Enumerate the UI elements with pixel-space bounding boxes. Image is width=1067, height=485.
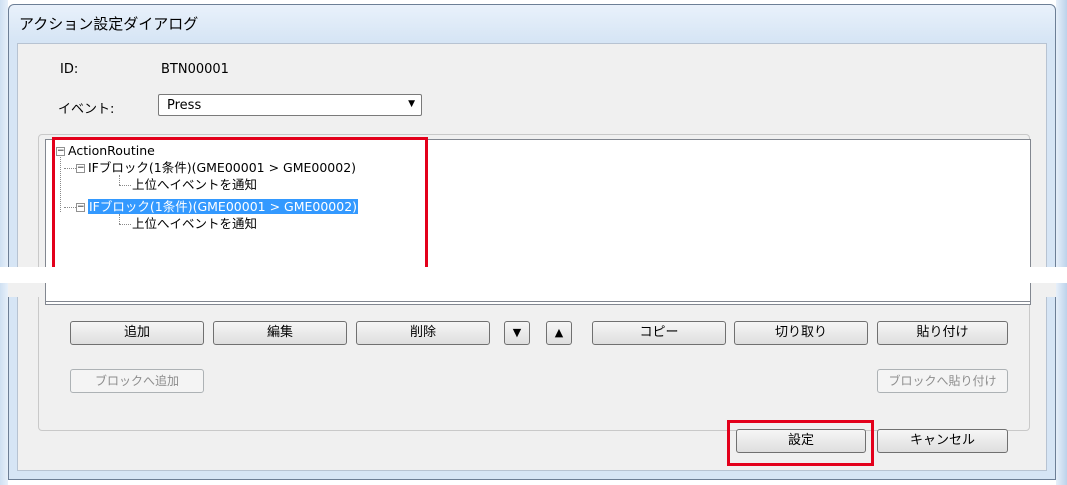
dialog-title: アクション設定ダイアログ — [19, 15, 199, 33]
edit-button[interactable]: 編集 — [213, 321, 347, 345]
paste-button[interactable]: 貼り付け — [877, 321, 1008, 345]
cut-button[interactable]: 切り取り — [734, 321, 868, 345]
add-to-block-button[interactable]: ブロックへ追加 — [70, 369, 204, 393]
event-select-value: Press — [167, 98, 202, 113]
add-button[interactable]: 追加 — [70, 321, 204, 345]
cancel-button[interactable]: キャンセル — [877, 429, 1008, 453]
window-edge-left — [0, 0, 8, 485]
arrow-up-icon: ▲ — [554, 326, 564, 339]
paste-to-block-button[interactable]: ブロックへ貼り付け — [877, 369, 1008, 393]
delete-button[interactable]: 削除 — [356, 321, 490, 345]
action-tree-view-bottom — [45, 283, 1031, 302]
window-edge-right — [1056, 0, 1067, 485]
client-edge — [1031, 283, 1056, 297]
annotation-highlight-tree — [52, 137, 428, 271]
annotation-highlight-ok — [727, 420, 874, 466]
move-down-button[interactable]: ▼ — [504, 321, 530, 345]
event-label: イベント: — [58, 102, 115, 117]
copy-button[interactable]: コピー — [592, 321, 726, 345]
image-cut-band — [0, 267, 1067, 283]
arrow-down-icon: ▼ — [512, 326, 522, 339]
id-label: ID: — [60, 62, 79, 77]
move-up-button[interactable]: ▲ — [546, 321, 572, 345]
event-select[interactable]: Press ▼ — [158, 94, 422, 116]
id-value: BTN00001 — [161, 62, 229, 77]
chevron-down-icon[interactable]: ▼ — [408, 99, 415, 109]
client-edge — [8, 283, 45, 297]
